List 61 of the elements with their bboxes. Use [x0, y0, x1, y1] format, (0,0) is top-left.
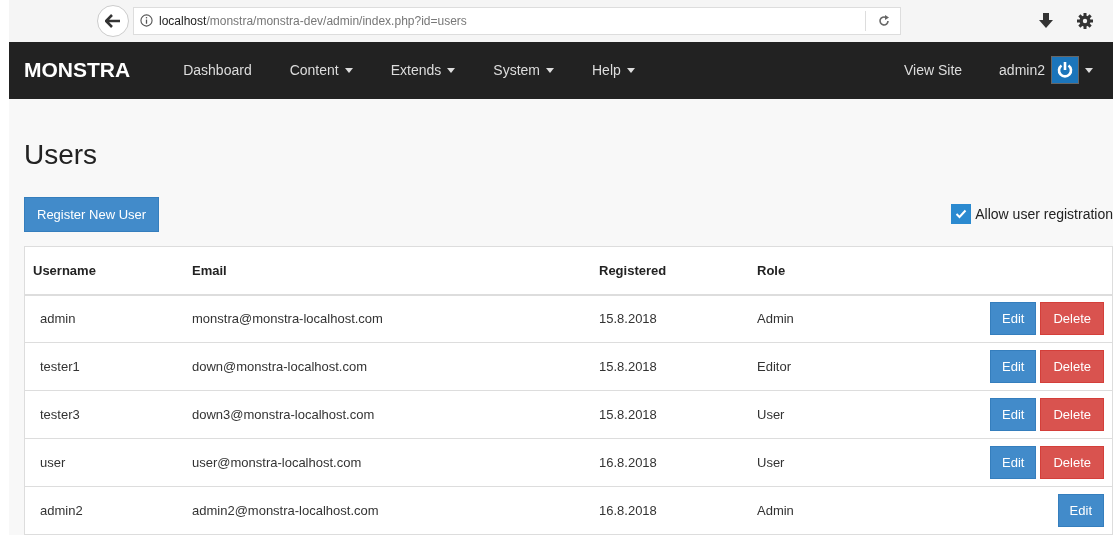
table-cell: tester3: [40, 407, 80, 422]
table-cell: Admin: [757, 311, 794, 327]
nav-link[interactable]: Dashboard: [164, 62, 271, 79]
user-name[interactable]: admin2: [999, 62, 1045, 79]
table-cell: User: [757, 455, 785, 470]
page-title: Users: [24, 138, 99, 171]
view-site-link[interactable]: View Site: [884, 62, 982, 79]
checkbox[interactable]: [951, 204, 972, 224]
table-cell: down@monstra-localhost.com: [192, 359, 368, 374]
column-header: Username: [33, 262, 96, 278]
caret-icon: [546, 67, 554, 73]
table-cell: 16.8.2018: [599, 503, 657, 518]
caret-icon: [626, 67, 635, 73]
delete-button[interactable]: Delete: [1040, 398, 1104, 431]
settings-icon[interactable]: [1077, 12, 1093, 29]
column-header: Role: [757, 262, 786, 278]
table-cell: down3@monstra-localhost.com: [192, 407, 375, 422]
edit-button[interactable]: Edit: [1057, 494, 1104, 527]
delete-button[interactable]: Delete: [1040, 446, 1104, 479]
table-cell: admin: [40, 311, 76, 327]
table-cell: admin2: [40, 503, 83, 518]
table-cell: admin2@monstra-localhost.com: [192, 503, 379, 518]
column-header: Registered: [599, 262, 667, 278]
power-button[interactable]: [1051, 56, 1079, 85]
table-cell: user: [40, 455, 66, 470]
table-cell: Editor: [757, 359, 791, 374]
check-icon: [955, 209, 968, 219]
edit-button[interactable]: Edit: [990, 350, 1037, 383]
register-button[interactable]: Register New User: [24, 196, 160, 232]
address-bar[interactable]: localhost/monstra/monstra-dev/admin/index.php?id=users: [133, 6, 901, 35]
table-cell: 16.8.2018: [599, 455, 657, 470]
brand-logo[interactable]: MONSTRA: [24, 58, 131, 83]
nav-link[interactable]: Extends: [371, 62, 475, 79]
checkbox-label: Allow user registration: [975, 206, 1113, 222]
caret-icon: [1085, 67, 1093, 73]
table-cell: User: [757, 407, 785, 422]
info-icon: [140, 14, 153, 28]
caret-icon: [447, 67, 456, 73]
table-cell: Admin: [757, 503, 794, 518]
caret-icon: [344, 67, 353, 73]
table-cell: user@monstra-localhost.com: [192, 455, 362, 470]
back-button[interactable]: [97, 4, 129, 37]
table-cell: 15.8.2018: [599, 311, 657, 327]
edit-button[interactable]: Edit: [990, 398, 1037, 431]
table-cell: tester1: [40, 359, 80, 374]
url-text: localhost/monstra/monstra-dev/admin/index.php?id=users: [159, 13, 468, 28]
edit-button[interactable]: Edit: [990, 446, 1037, 479]
delete-button[interactable]: Delete: [1040, 302, 1104, 336]
delete-button[interactable]: Delete: [1040, 350, 1104, 383]
nav-link[interactable]: Content: [270, 62, 372, 79]
table-cell: monstra@monstra-localhost.com: [192, 311, 383, 327]
column-header: Email: [192, 262, 227, 278]
table-cell: 15.8.2018: [599, 407, 657, 422]
download-icon[interactable]: [1039, 13, 1053, 29]
nav-link[interactable]: Help: [573, 62, 654, 79]
reload-icon[interactable]: [878, 14, 890, 27]
back-arrow-icon[interactable]: [105, 13, 121, 28]
power-icon[interactable]: [1056, 61, 1074, 80]
table-cell: 15.8.2018: [599, 359, 657, 374]
edit-button[interactable]: Edit: [990, 302, 1037, 336]
nav-link[interactable]: System: [474, 62, 573, 79]
